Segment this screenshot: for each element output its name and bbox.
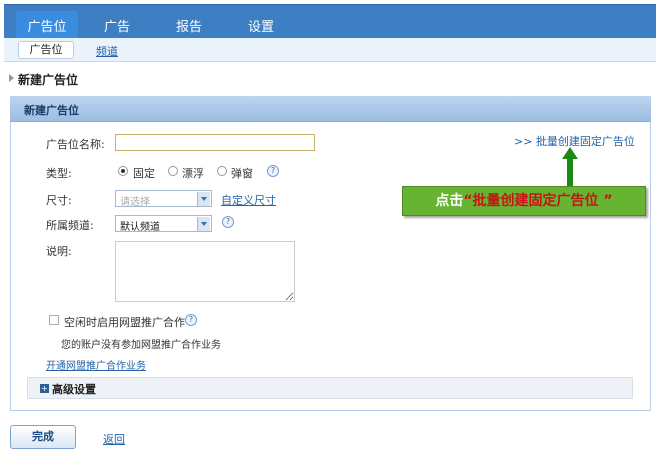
channel-help-icon[interactable]: ? bbox=[222, 216, 234, 228]
callout-box: 点击“批量创建固定广告位 ” bbox=[402, 186, 646, 216]
type-option-float: 漂浮 bbox=[182, 167, 204, 180]
union-help-icon[interactable]: ? bbox=[185, 314, 197, 326]
sub-nav: 广告位 频道 bbox=[4, 38, 656, 62]
desc-label: 说明: bbox=[46, 245, 72, 258]
callout-prefix: 点击 bbox=[435, 193, 464, 209]
type-radio-float[interactable] bbox=[168, 166, 178, 176]
channel-select-value: 默认频道 bbox=[120, 222, 160, 233]
top-nav: 广告位 广告 报告 设置 bbox=[4, 4, 656, 39]
size-label: 尺寸: bbox=[46, 194, 72, 207]
page-title: 新建广告位 bbox=[18, 73, 79, 87]
type-option-fixed: 固定 bbox=[133, 167, 155, 180]
custom-size-link[interactable]: 自定义尺寸 bbox=[221, 192, 276, 208]
callout-arrow-shape bbox=[562, 147, 578, 186]
desc-textarea[interactable] bbox=[115, 241, 295, 302]
channel-select[interactable]: 默认频道 bbox=[115, 215, 212, 233]
name-label: 广告位名称: bbox=[46, 138, 105, 151]
type-option-popup: 弹窗 bbox=[231, 167, 253, 180]
subtab-channels[interactable]: 频道 bbox=[96, 43, 118, 59]
callout-arrow-icon bbox=[562, 147, 578, 186]
size-select-value: 请选择 bbox=[120, 197, 150, 208]
subtab-ad-slots[interactable]: 广告位 bbox=[18, 41, 74, 59]
panel-title: 新建广告位 bbox=[24, 104, 79, 117]
union-checkbox-label: 空闲时启用网盟推广合作 bbox=[64, 316, 185, 329]
callout-quoted: “批量创建固定广告位 ” bbox=[463, 193, 613, 209]
channel-label: 所属频道: bbox=[46, 219, 94, 232]
type-label: 类型: bbox=[46, 167, 72, 180]
advanced-settings-bar[interactable] bbox=[27, 377, 633, 399]
tab-ads[interactable]: 广告 bbox=[104, 16, 130, 35]
tab-ad-slots[interactable]: 广告位 bbox=[16, 11, 78, 39]
type-radio-fixed[interactable] bbox=[118, 166, 128, 176]
union-checkbox[interactable] bbox=[49, 315, 59, 325]
type-help-icon[interactable]: ? bbox=[267, 165, 279, 177]
tab-reports[interactable]: 报告 bbox=[176, 16, 202, 35]
tab-settings[interactable]: 设置 bbox=[248, 16, 274, 35]
size-select[interactable]: 请选择 bbox=[115, 190, 212, 208]
name-input[interactable] bbox=[115, 134, 315, 151]
back-link[interactable]: 返回 bbox=[103, 431, 125, 447]
type-radio-popup[interactable] bbox=[217, 166, 227, 176]
chevron-down-icon bbox=[197, 217, 210, 231]
open-union-link[interactable]: 开通网盟推广合作业务 bbox=[46, 357, 146, 372]
union-note: 您的账户没有参加网盟推广合作业务 bbox=[61, 340, 221, 351]
expand-plus-icon[interactable]: + bbox=[40, 384, 49, 393]
chevron-down-icon bbox=[197, 192, 210, 206]
advanced-settings-label: 高级设置 bbox=[52, 383, 96, 396]
done-button[interactable]: 完成 bbox=[10, 425, 76, 449]
breadcrumb-arrow-icon bbox=[9, 74, 14, 82]
panel-header: 新建广告位 bbox=[10, 96, 651, 122]
